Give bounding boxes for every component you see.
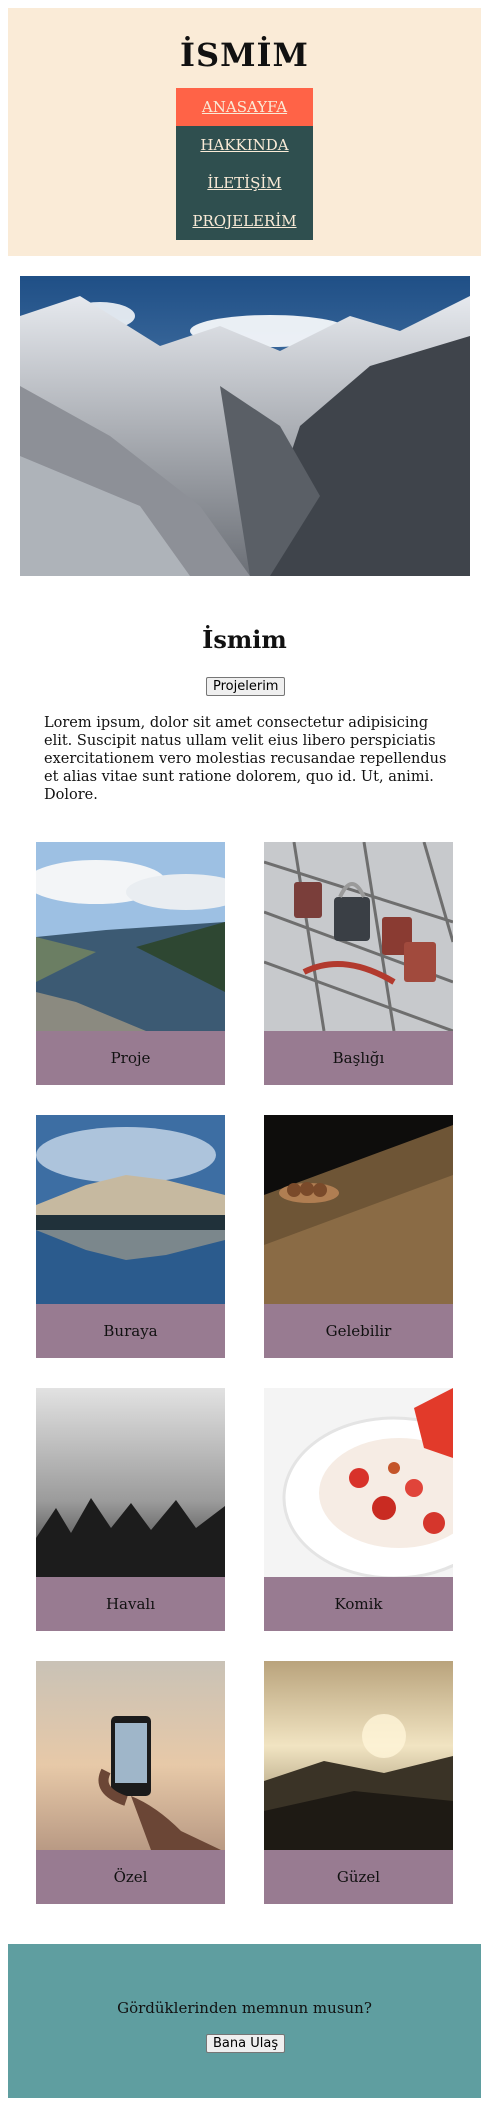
intro-paragraph: Lorem ipsum, dolor sit amet consectetur … [44, 715, 447, 803]
nav-item-about[interactable]: HAKKINDA [176, 126, 313, 164]
site-title: İSMİM [180, 36, 309, 74]
gallery-card[interactable]: Güzel [264, 1661, 453, 1904]
gallery-caption: Proje [36, 1031, 225, 1085]
foggy-forest-photo [36, 1388, 225, 1577]
gallery-caption: Özel [36, 1850, 225, 1904]
gallery-caption: Güzel [264, 1850, 453, 1904]
gallery-caption: Havalı [36, 1577, 225, 1631]
fjord-photo [36, 842, 225, 1031]
gallery-card[interactable]: Özel [36, 1661, 225, 1904]
projects-button[interactable]: Projelerim [206, 677, 286, 696]
site-footer: Gördüklerinden memnun musun? Bana Ulaş [8, 1944, 481, 2098]
nav-item-projects[interactable]: PROJELERİM [176, 202, 313, 240]
wood-nuts-photo [264, 1115, 453, 1304]
gallery-caption: Başlığı [264, 1031, 453, 1085]
gallery-card[interactable]: Komik [264, 1388, 453, 1631]
gallery-caption: Gelebilir [264, 1304, 453, 1358]
main-nav: ANASAYFA HAKKINDA İLETİŞİM PROJELERİM [176, 88, 313, 240]
mountain-valley-photo [20, 276, 470, 576]
gallery-card[interactable]: Başlığı [264, 842, 453, 1085]
gallery-caption: Buraya [36, 1304, 225, 1358]
gallery-caption: Komik [264, 1577, 453, 1631]
lake-reflection-photo [36, 1115, 225, 1304]
footer-text: Gördüklerinden memnun musun? [117, 1999, 372, 2017]
gallery-card[interactable]: Gelebilir [264, 1115, 453, 1358]
padlocks-photo [264, 842, 453, 1031]
gallery-card[interactable]: Havalı [36, 1388, 225, 1631]
sunset-hills-photo [264, 1661, 453, 1850]
nav-item-home[interactable]: ANASAYFA [176, 88, 313, 126]
strawberry-bowl-photo [264, 1388, 453, 1577]
gallery-card[interactable]: Buraya [36, 1115, 225, 1358]
hero-image [20, 276, 470, 576]
gallery-card[interactable]: Proje [36, 842, 225, 1085]
phone-beach-photo [36, 1661, 225, 1850]
site-header: İSMİM ANASAYFA HAKKINDA İLETİŞİM PROJELE… [8, 8, 481, 256]
intro-title: İsmim [202, 625, 287, 654]
nav-item-contact[interactable]: İLETİŞİM [176, 164, 313, 202]
contact-me-button[interactable]: Bana Ulaş [206, 2034, 286, 2053]
